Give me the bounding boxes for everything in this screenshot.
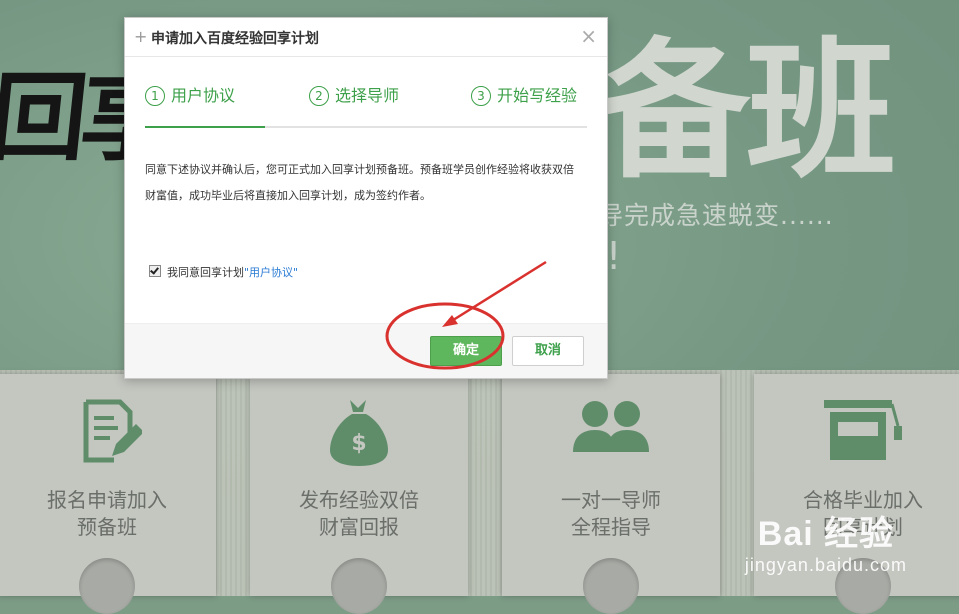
money-bag-icon: $: [330, 400, 388, 466]
feature-card-apply[interactable]: 报名申请加入 预备班: [0, 374, 216, 614]
active-step-underline: [145, 126, 265, 128]
card-bump: [331, 558, 387, 614]
close-icon[interactable]: ×: [580, 26, 597, 46]
graduation-cap-icon: [824, 400, 902, 460]
card-bump: [79, 558, 135, 614]
step-number: 2: [309, 86, 329, 106]
agree-text: 我同意回享计划: [167, 266, 244, 279]
step-choose-mentor: 2 选择导师: [309, 82, 399, 106]
agree-checkbox[interactable]: [149, 265, 161, 277]
dialog-title: 申请加入百度经验回享计划: [151, 31, 319, 47]
feature-card-publish[interactable]: $ 发布经验双倍 财富回报: [250, 374, 468, 614]
brush-calligraphy-right: 备班: [600, 23, 896, 199]
step-label: 选择导师: [335, 86, 400, 105]
baidu-watermark: Bai 经验 jingyan.baidu.com: [745, 506, 907, 576]
apply-dialog: + 申请加入百度经验回享计划 × 1 用户协议 2 选择导师 3 开始写经验 同意下述…: [124, 17, 608, 379]
card-title-line1: 一对一导师: [561, 488, 661, 512]
card-bump: [583, 558, 639, 614]
plus-icon: +: [134, 27, 148, 46]
agree-row: 我同意回享计划"用户协议": [149, 264, 298, 280]
user-agreement-link[interactable]: "用户协议": [244, 266, 298, 279]
card-title-line2: 全程指导: [571, 515, 651, 539]
card-title-line1: 发布经验双倍: [299, 488, 419, 512]
cancel-button[interactable]: 取消: [512, 336, 584, 366]
step-label: 开始写经验: [497, 86, 578, 105]
card-title-line2: 财富回报: [319, 515, 399, 539]
step-start-writing: 3 开始写经验: [471, 82, 577, 106]
card-title-line2: 预备班: [77, 515, 137, 539]
step-number: 1: [145, 86, 165, 106]
confirm-button[interactable]: 确定: [430, 336, 502, 366]
document-edit-icon: [83, 399, 142, 463]
watermark-brand: Bai 经验: [757, 515, 895, 553]
step-user-agreement: 1 用户协议: [145, 82, 235, 106]
background-subtitle: 导完成急速蜕变......: [598, 201, 834, 230]
step-number: 3: [471, 86, 491, 106]
step-label: 用户协议: [171, 86, 236, 105]
card-title-line1: 报名申请加入: [47, 488, 167, 512]
feature-card-mentor[interactable]: 一对一导师 全程指导: [502, 374, 720, 614]
dialog-footer: 确定 取消: [125, 323, 607, 378]
agreement-description: 同意下述协议并确认后，您可正式加入回享计划预备班。预备班学员创作经验将收获双倍财…: [145, 163, 574, 202]
svg-text:$: $: [351, 431, 366, 456]
watermark-url: jingyan.baidu.com: [744, 555, 907, 575]
step-indicator: 1 用户协议 2 选择导师 3 开始写经验: [145, 78, 587, 128]
dialog-header: + 申请加入百度经验回享计划 ×: [125, 18, 607, 57]
background-exclaim: !: [606, 234, 622, 278]
users-icon: [573, 401, 649, 452]
